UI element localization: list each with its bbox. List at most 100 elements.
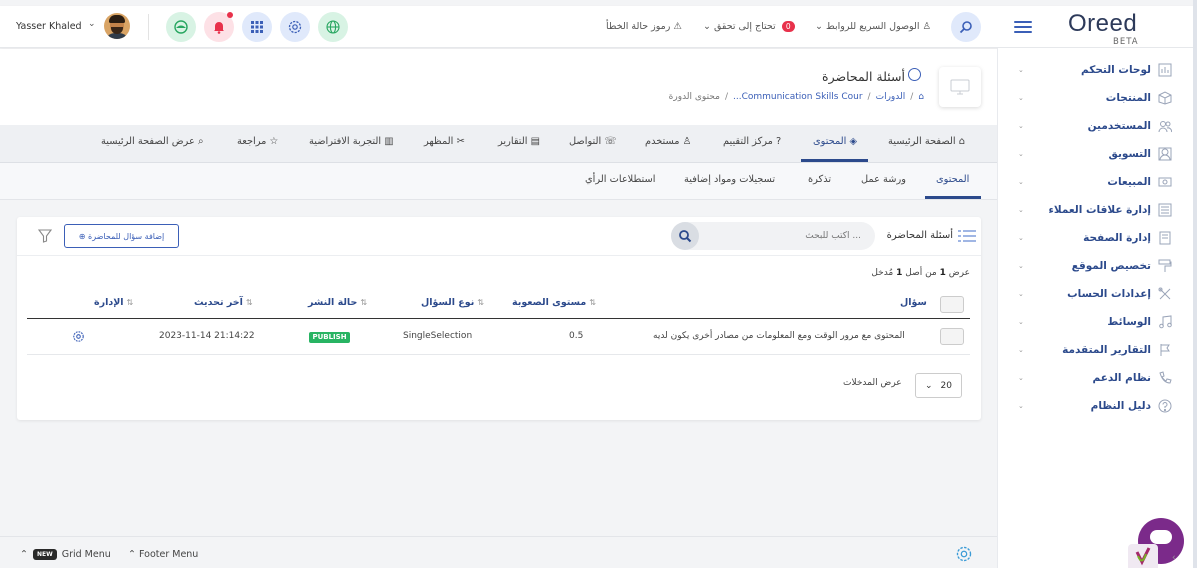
gear-icon[interactable] bbox=[280, 12, 310, 42]
sidebar-item-dashboards[interactable]: ⌄ لوحات التحكم bbox=[1018, 60, 1173, 80]
avatar[interactable] bbox=[104, 13, 130, 39]
footer: ⌃ NEW Grid Menu ⌃ Footer Menu bbox=[0, 536, 997, 568]
breadcrumb-home[interactable]: ⌂ bbox=[918, 92, 924, 102]
column-header-type[interactable]: نوع السؤال ⇅ bbox=[421, 297, 487, 308]
sort-icon: ⇅ bbox=[126, 298, 134, 307]
globe-icon[interactable] bbox=[318, 12, 348, 42]
entries-count: عرض 1 من أصل 1 مُدخل bbox=[871, 268, 970, 278]
tab-review[interactable]: مراجعة ☆ bbox=[237, 136, 278, 147]
yoast-icon[interactable] bbox=[1128, 544, 1158, 568]
dashboard-icon bbox=[1157, 62, 1173, 78]
question-icon: ? bbox=[776, 136, 782, 147]
tab-virtual-experience[interactable]: التجربة الافتراضية ▥ bbox=[309, 136, 393, 147]
row-checkbox[interactable] bbox=[940, 328, 964, 345]
cell-updated: 2023-11-14 21:14:22 bbox=[159, 331, 255, 341]
sidebar-item-support[interactable]: ⌄ نظام الدعم bbox=[1018, 368, 1173, 388]
sidebar-item-system-guide[interactable]: ⌄ دليل النظام bbox=[1018, 396, 1173, 416]
gear-icon[interactable] bbox=[955, 545, 973, 566]
breadcrumb: ⌂/الدورات/Communication Skills Cour.../م… bbox=[668, 92, 924, 102]
chevron-down-icon: ⌄ bbox=[1018, 234, 1024, 242]
sidebar-item-advanced-reports[interactable]: ⌄ التقارير المتقدمة bbox=[1018, 340, 1173, 360]
search-icon bbox=[959, 21, 972, 34]
user-name[interactable]: Yasser Khaled bbox=[16, 21, 82, 32]
subtab-workshop[interactable]: ورشة عمل bbox=[861, 174, 906, 185]
add-question-button[interactable]: ⊕ إضافة سؤال للمحاضرة bbox=[64, 224, 179, 248]
menu-icon[interactable] bbox=[1014, 21, 1032, 33]
sidebar-item-crm[interactable]: ⌄ إدارة علاقات العملاء bbox=[1018, 200, 1173, 220]
new-badge: NEW bbox=[32, 549, 57, 560]
breadcrumb-courses[interactable]: الدورات bbox=[876, 92, 906, 102]
search-button[interactable] bbox=[951, 12, 981, 42]
status-icon[interactable] bbox=[166, 12, 196, 42]
page-size-label: عرض المدخلات bbox=[843, 378, 902, 388]
crm-icon bbox=[1157, 202, 1173, 218]
sidebar-item-users[interactable]: ⌄ المستخدمين bbox=[1018, 116, 1173, 136]
marketing-icon bbox=[1157, 146, 1173, 162]
chevron-down-icon: ⌄ bbox=[1018, 290, 1024, 298]
chat-icon: ☏ bbox=[604, 136, 617, 147]
page-size-select[interactable]: ⌄ 20 bbox=[915, 373, 962, 398]
chevron-left-icon[interactable]: ‹ bbox=[1172, 553, 1176, 563]
sidebar-item-products[interactable]: ⌄ المنتجات bbox=[1018, 88, 1173, 108]
active-subtab-indicator bbox=[925, 196, 981, 199]
active-tab-indicator bbox=[801, 159, 868, 162]
sidebar-item-sales[interactable]: ⌄ المبيعات bbox=[1018, 172, 1173, 192]
top-bar: Yasser Khaled ⌄ رموز حالة الخطأ ⚠ ⌄ تحتا… bbox=[0, 6, 1197, 48]
tab-appearance[interactable]: المظهر ✂ bbox=[424, 136, 465, 147]
warning-icon: ⚠ bbox=[673, 21, 682, 32]
sidebar-item-site-customization[interactable]: ⌄ تخصيص الموقع bbox=[1018, 256, 1173, 276]
scrollbar[interactable] bbox=[1193, 0, 1197, 568]
sidebar-item-page-management[interactable]: ⌄ إدارة الصفحة bbox=[1018, 228, 1173, 248]
chevron-down-icon[interactable]: ⌄ bbox=[88, 19, 96, 29]
list-icon bbox=[958, 229, 976, 243]
subtab-ticket[interactable]: تذكرة bbox=[808, 174, 831, 185]
column-header-updated[interactable]: آخر تحديث ⇅ bbox=[194, 297, 256, 308]
tab-reports[interactable]: التقارير ▤ bbox=[498, 136, 540, 147]
column-header-status[interactable]: حالة النشر ⇅ bbox=[308, 297, 370, 308]
subtab-recordings[interactable]: تسجيلات ومواد إضافية bbox=[684, 174, 775, 185]
help-icon bbox=[1157, 398, 1173, 414]
apps-grid-icon[interactable] bbox=[242, 12, 272, 42]
needs-verify-link[interactable]: ⌄ تحتاج إلى تحقق 0 bbox=[703, 21, 798, 32]
chevron-down-icon: ⌄ bbox=[703, 21, 711, 32]
cell-question[interactable]: المحتوى مع مرور الوقت ومع المعلومات من م… bbox=[653, 331, 905, 341]
logo[interactable]: Oreed bbox=[1068, 10, 1137, 38]
chevron-down-icon: ⌄ bbox=[1018, 178, 1024, 186]
error-codes-link[interactable]: رموز حالة الخطأ ⚠ bbox=[606, 21, 682, 32]
sub-tabs: المحتوى ورشة عمل تذكرة تسجيلات ومواد إضا… bbox=[0, 163, 997, 200]
tab-communication[interactable]: التواصل ☏ bbox=[569, 136, 617, 147]
column-header-question[interactable]: سؤال bbox=[900, 297, 927, 308]
page-title: أسئلة المحاضرة bbox=[822, 69, 905, 84]
tab-content[interactable]: المحتوى ◈ bbox=[813, 136, 857, 147]
column-header-admin[interactable]: الإدارة ⇅ bbox=[94, 297, 136, 308]
tab-home[interactable]: الصفحة الرئيسية ⌂ bbox=[888, 136, 965, 147]
search-icon bbox=[679, 230, 692, 243]
tab-view-homepage[interactable]: عرض الصفحة الرئيسية ⌕ bbox=[101, 136, 203, 147]
tab-user[interactable]: مستخدم ♙ bbox=[645, 136, 691, 147]
tools-icon: ✂ bbox=[456, 136, 465, 147]
chevron-down-icon: ⌄ bbox=[815, 21, 823, 32]
chevron-down-icon: ⌄ bbox=[1018, 122, 1024, 130]
filter-icon[interactable] bbox=[37, 229, 53, 246]
breadcrumb-course[interactable]: Communication Skills Cour... bbox=[733, 92, 863, 102]
sidebar-item-marketing[interactable]: ⌄ التسويق bbox=[1018, 144, 1173, 164]
subtab-content[interactable]: المحتوى bbox=[936, 174, 969, 185]
search-button[interactable] bbox=[671, 222, 699, 250]
select-all-checkbox[interactable] bbox=[940, 296, 964, 313]
footer-menu-button[interactable]: ⌃ Footer Menu bbox=[128, 549, 198, 560]
main-tabs: الصفحة الرئيسية ⌂ المحتوى ◈ مركز التقييم… bbox=[0, 125, 997, 163]
grid-menu-button[interactable]: ⌃ NEW Grid Menu bbox=[20, 549, 111, 560]
sidebar-item-media[interactable]: ⌄ الوسائط bbox=[1018, 312, 1173, 332]
tab-assessment-center[interactable]: مركز التقييم ? bbox=[723, 136, 781, 147]
row-divider bbox=[27, 354, 970, 355]
chevron-down-icon: ⌄ bbox=[1018, 150, 1024, 158]
subtab-polls[interactable]: استطلاعات الرأي bbox=[585, 174, 655, 185]
column-header-difficulty[interactable]: مستوى الصعوبة ⇅ bbox=[512, 297, 599, 308]
notification-dot bbox=[227, 12, 233, 18]
sidebar-item-account-settings[interactable]: ⌄ إعدادات الحساب bbox=[1018, 284, 1173, 304]
quick-access-link[interactable]: ⌄ الوصول السريع للروابط ♙ bbox=[815, 21, 931, 32]
gear-icon[interactable] bbox=[72, 330, 85, 346]
logo-beta: BETA bbox=[1113, 37, 1139, 47]
divider bbox=[148, 14, 149, 40]
search-input[interactable] bbox=[711, 228, 861, 244]
